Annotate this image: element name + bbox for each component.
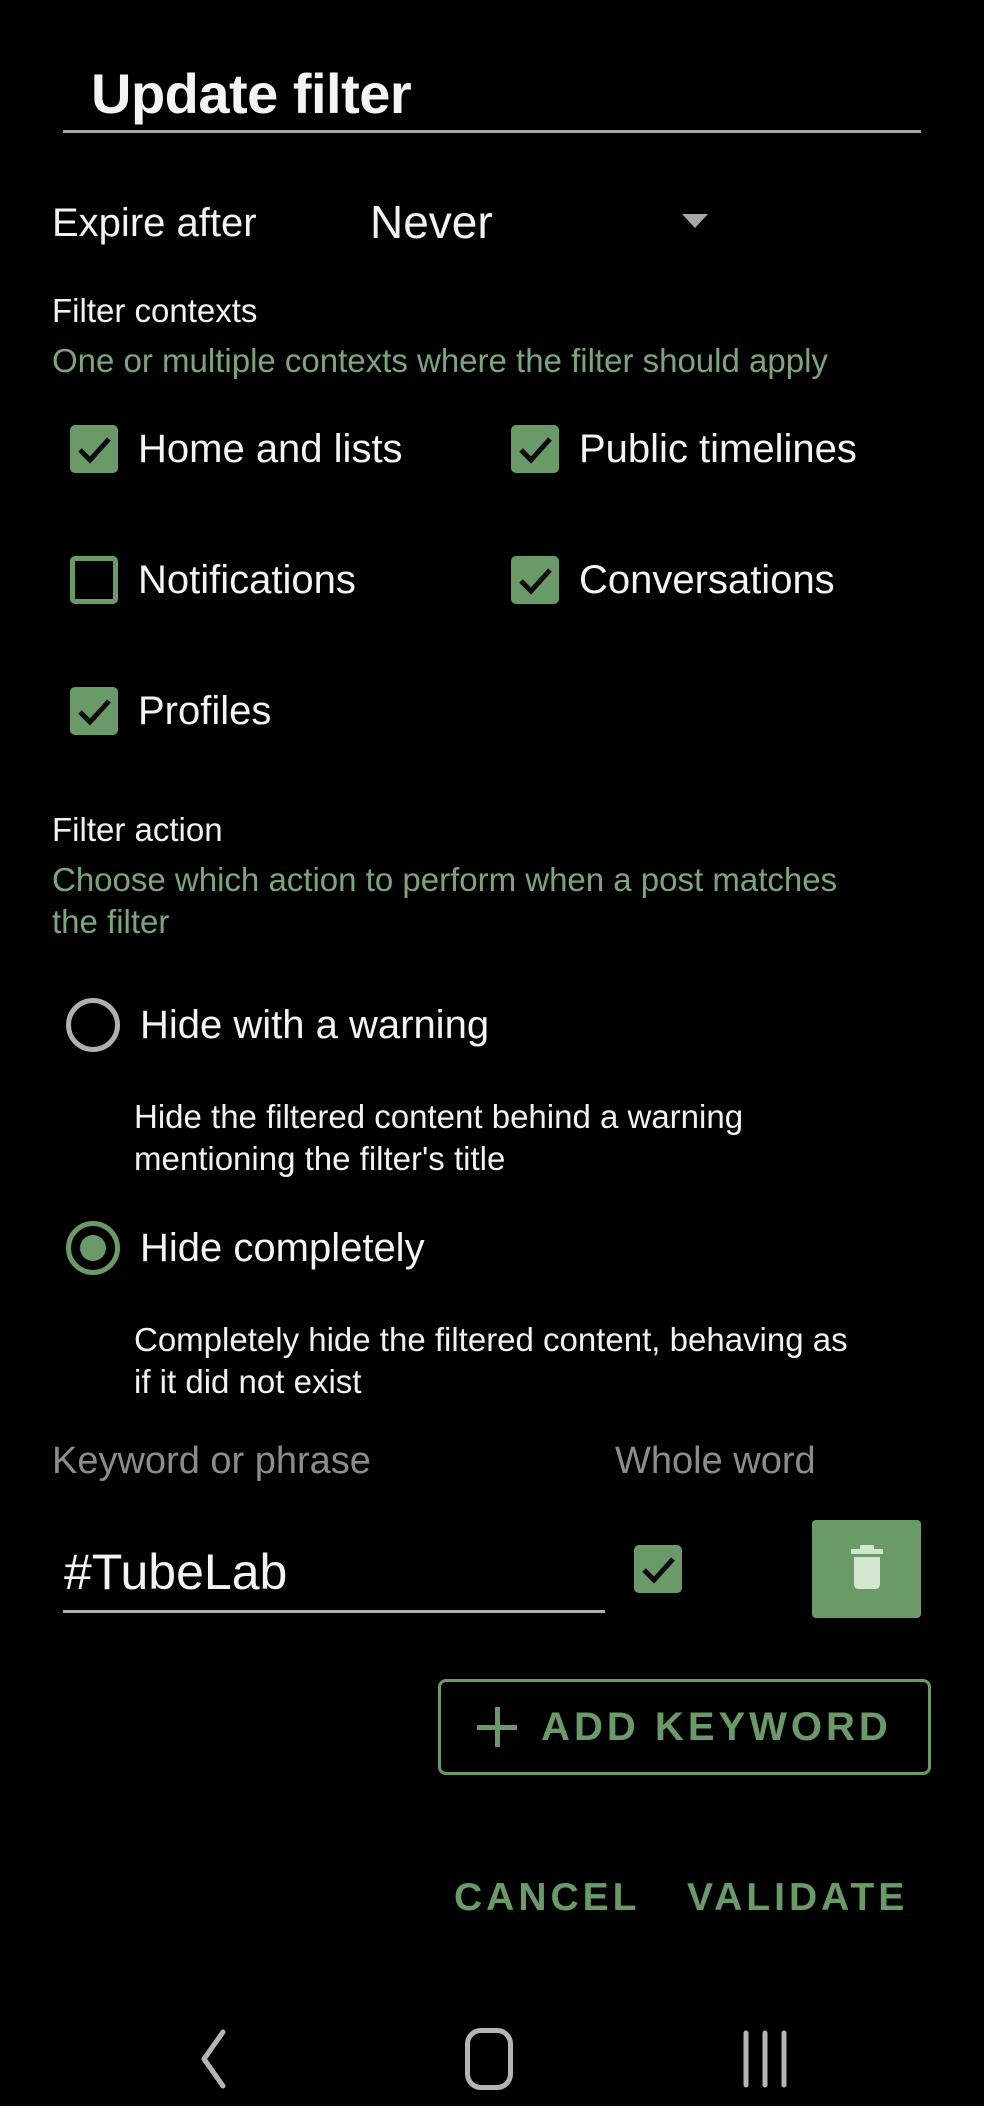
nav-recents-button[interactable]: [740, 2028, 790, 2090]
filter-action-subtitle-line1: Choose which action to perform when a po…: [52, 861, 838, 898]
radio-description-line1: Completely hide the filtered content, be…: [134, 1321, 848, 1358]
context-checkbox-public[interactable]: Public timelines: [511, 419, 857, 479]
add-keyword-label: ADD KEYWORD: [541, 1704, 892, 1749]
context-label: Notifications: [138, 557, 356, 602]
context-label: Public timelines: [579, 426, 857, 471]
radio-description-line2: mentioning the filter's title: [134, 1140, 506, 1177]
context-label: Conversations: [579, 557, 835, 602]
radio-hide-with-warning[interactable]: Hide with a warning: [66, 993, 489, 1057]
add-keyword-button[interactable]: ADD KEYWORD: [438, 1679, 931, 1775]
dropdown-arrow-icon: [682, 214, 708, 228]
checkbox-checked-icon: [70, 687, 118, 735]
filter-contexts-label: Filter contexts: [52, 292, 258, 329]
filter-action-subtitle-line2: the filter: [52, 903, 170, 940]
checkbox-unchecked-icon: [70, 556, 118, 604]
radio-label: Hide with a warning: [140, 1002, 490, 1047]
radio-description-line2: if it did not exist: [134, 1363, 362, 1400]
keyword-column-header: Keyword or phrase: [52, 1440, 371, 1482]
whole-word-checkbox[interactable]: [634, 1545, 682, 1593]
checkbox-checked-icon: [511, 425, 559, 473]
trash-icon: [851, 1545, 883, 1589]
radio-unselected-icon: [66, 998, 120, 1052]
context-checkbox-home[interactable]: Home and lists: [70, 419, 403, 479]
context-checkbox-profiles[interactable]: Profiles: [70, 681, 271, 741]
context-checkbox-conversations[interactable]: Conversations: [511, 550, 835, 610]
validate-button[interactable]: VALIDATE: [687, 1872, 908, 1924]
plus-icon: [477, 1707, 518, 1747]
keyword-value: #TubeLab: [64, 1544, 288, 1600]
expire-after-dropdown[interactable]: Never: [360, 190, 730, 254]
expire-after-value: Never: [370, 196, 493, 248]
nav-back-button[interactable]: [196, 2028, 232, 2090]
radio-hide-completely[interactable]: Hide completely: [66, 1216, 425, 1280]
filter-contexts-subtitle: One or multiple contexts where the filte…: [52, 342, 828, 379]
filter-action-label: Filter action: [52, 811, 223, 848]
context-checkbox-notifications[interactable]: Notifications: [70, 550, 356, 610]
filter-title-input[interactable]: Update filter: [63, 58, 921, 133]
back-chevron-icon: [201, 2029, 226, 2089]
context-label: Home and lists: [138, 426, 403, 471]
radio-label: Hide completely: [140, 1225, 425, 1270]
delete-keyword-button[interactable]: [812, 1520, 921, 1618]
checkbox-checked-icon: [511, 556, 559, 604]
expire-after-label: Expire after: [52, 201, 257, 245]
whole-word-column-header: Whole word: [615, 1440, 816, 1482]
filter-title-value: Update filter: [91, 62, 412, 125]
checkbox-checked-icon: [70, 425, 118, 473]
recents-icon: [743, 2030, 787, 2088]
checkbox-checked-icon: [634, 1545, 682, 1593]
cancel-button[interactable]: CANCEL: [454, 1872, 641, 1924]
nav-home-button[interactable]: [465, 2028, 513, 2090]
keyword-input[interactable]: #TubeLab: [63, 1534, 605, 1613]
radio-selected-icon: [66, 1221, 120, 1275]
radio-description-line1: Hide the filtered content behind a warni…: [134, 1098, 744, 1135]
context-label: Profiles: [138, 688, 272, 733]
